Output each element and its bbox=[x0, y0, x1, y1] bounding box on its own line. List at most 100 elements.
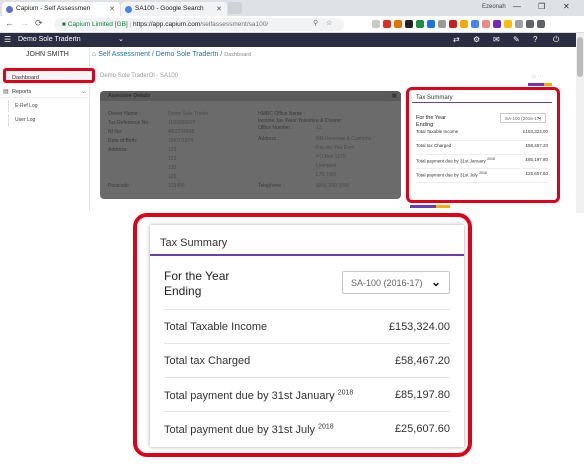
summary-row: Total Taxable Income £153,324.00 bbox=[164, 309, 450, 343]
extension-icon[interactable] bbox=[504, 20, 512, 28]
maximize-icon[interactable]: ❐ bbox=[538, 2, 545, 11]
expand-icon[interactable]: ▣ bbox=[391, 92, 397, 99]
chevron-down-icon[interactable]: ⌄ bbox=[118, 35, 124, 43]
settings-icon[interactable]: ⚙ bbox=[473, 35, 480, 44]
help-icon[interactable]: ? bbox=[533, 35, 537, 44]
summary-row: Total payment due by 31st January 2018 £… bbox=[164, 377, 450, 411]
extension-icon[interactable] bbox=[427, 20, 435, 28]
sidebar-subitem-eref-log[interactable]: E-Ref Log bbox=[8, 100, 90, 112]
file-icon: ▤ bbox=[3, 89, 9, 95]
chevron-down-icon: ⌄ bbox=[430, 275, 441, 289]
extension-icon[interactable] bbox=[394, 20, 402, 28]
extension-icon[interactable] bbox=[471, 20, 479, 28]
extension-icon[interactable] bbox=[482, 20, 490, 28]
detail-row: Office Number :13 bbox=[258, 125, 322, 131]
extension-icon[interactable] bbox=[416, 20, 424, 28]
row-label: Total payment due by 31st January 2018 bbox=[164, 389, 354, 402]
extension-icon[interactable] bbox=[449, 20, 457, 28]
accent-strip bbox=[410, 205, 436, 208]
browser-tab-strip: Capium - Self Assessmen ✕ SA100 - Google… bbox=[0, 0, 584, 16]
google-favicon-icon bbox=[125, 6, 132, 13]
scrollbar-thumb[interactable] bbox=[577, 37, 583, 77]
detail-row: Postcode :123456 bbox=[108, 183, 185, 189]
tab-title: Capium - Self Assessmen bbox=[16, 5, 91, 12]
extension-icon[interactable] bbox=[537, 20, 545, 28]
panel-title: Tax Summary bbox=[150, 225, 464, 256]
extension-icon[interactable] bbox=[372, 20, 380, 28]
reload-icon[interactable]: ⟳ bbox=[35, 18, 43, 29]
detail-row: Owner Name : Demo Sole Trader bbox=[108, 111, 209, 117]
summary-row: Total payment due by 31st July 2018 £25,… bbox=[164, 411, 450, 445]
sidebar-item-reports[interactable]: ▤ Reports ⌄ bbox=[0, 86, 90, 98]
year-ending-label: For the Year Ending bbox=[164, 269, 230, 298]
extension-icon[interactable] bbox=[460, 20, 468, 28]
back-icon[interactable]: ← bbox=[5, 18, 14, 28]
extension-icon[interactable] bbox=[405, 20, 413, 28]
capium-favicon-icon bbox=[6, 6, 13, 13]
home-icon[interactable]: ⌂ bbox=[92, 51, 96, 58]
tax-year-select[interactable]: SA-100 (2016-17) ⌄ bbox=[342, 271, 450, 294]
row-label: Total payment due by 31st July 2018 bbox=[164, 423, 334, 436]
panel-tools-icon[interactable]: ⌂ ··· bbox=[532, 74, 543, 80]
close-window-icon[interactable]: ✕ bbox=[563, 2, 570, 11]
address-bar-row: ← → ⟳ ■ Capium Limited [GB] | https://ap… bbox=[0, 16, 584, 33]
detail-row: NI No: AB123456B bbox=[108, 129, 195, 135]
site-identity: Capium Limited [GB] bbox=[67, 21, 128, 28]
sidebar-subitem-label: User Log bbox=[15, 117, 36, 123]
scrollbar[interactable] bbox=[576, 33, 584, 213]
breadcrumb-link[interactable]: Demo Sole Tradertn bbox=[156, 51, 219, 58]
window-user-name[interactable]: Ezeonah bbox=[482, 4, 506, 10]
close-tab-icon[interactable]: ✕ bbox=[216, 5, 222, 13]
panel-title: Assessee Details bbox=[108, 93, 151, 99]
row-value: £58,467.20 bbox=[394, 355, 450, 367]
chevron-down-icon: ⌄ bbox=[80, 89, 86, 95]
forward-icon[interactable]: → bbox=[20, 18, 29, 28]
zoomed-callout: Tax Summary For the Year Ending SA-100 (… bbox=[133, 213, 472, 457]
app-header: ☰ Demo Sole Tradertn ⌄ ⇄ ⚙ ✉ ✎ ? ⏻ bbox=[0, 33, 584, 47]
extension-icon[interactable] bbox=[438, 20, 446, 28]
extension-icon[interactable] bbox=[493, 20, 501, 28]
power-icon[interactable]: ⏻ bbox=[553, 35, 559, 45]
minimize-icon[interactable]: — bbox=[513, 2, 521, 11]
page-title: Demo Sole TraderOl - SA100 bbox=[100, 73, 179, 79]
extension-icon[interactable] bbox=[515, 20, 523, 28]
assessee-details-panel: Assessee Details ▣ Owner Name : Demo Sole… bbox=[100, 91, 401, 199]
extensions-toolbar bbox=[372, 20, 548, 30]
sidebar-subitem-user-log[interactable]: User Log bbox=[8, 114, 90, 126]
extension-icon[interactable] bbox=[526, 20, 534, 28]
row-label: Total Taxable Income bbox=[164, 321, 268, 333]
detail-row: Tax Reference No :1183050227 bbox=[108, 120, 196, 126]
notifications-icon[interactable]: ✉ bbox=[493, 35, 500, 44]
row-label: Total tax Charged bbox=[164, 355, 251, 367]
user-name: JOHN SMITH bbox=[26, 51, 69, 58]
new-tab-button[interactable] bbox=[228, 2, 242, 14]
hamburger-menu-icon[interactable]: ☰ bbox=[4, 35, 11, 44]
sidebar-subitem-label: E-Ref Log bbox=[15, 103, 38, 109]
row-value: £25,607.60 bbox=[394, 423, 450, 435]
client-name: Demo Sole Tradertn bbox=[18, 36, 81, 43]
detail-row: Income Tax Wear Yorkshire & Clearer bbox=[258, 118, 342, 124]
close-tab-icon[interactable]: ✕ bbox=[109, 5, 115, 13]
accent-strip bbox=[436, 205, 450, 208]
pin-icon[interactable]: ✎ bbox=[513, 35, 520, 44]
extension-icon[interactable] bbox=[383, 20, 391, 28]
url-path: /selfassessment/sa100/ bbox=[200, 21, 269, 28]
breadcrumb-link[interactable]: Self Assessment bbox=[98, 51, 150, 58]
browser-tab-google[interactable]: SA100 - Google Search ✕ bbox=[121, 2, 227, 16]
detail-row: Date of Birth: 16/07/1974 bbox=[108, 138, 194, 144]
sidebar-item-label: Reports bbox=[12, 89, 32, 95]
highlight-box-tax-summary bbox=[406, 87, 560, 203]
transfer-icon[interactable]: ⇄ bbox=[453, 35, 460, 44]
accent-strip bbox=[544, 83, 552, 86]
browser-tab-capium[interactable]: Capium - Self Assessmen ✕ bbox=[2, 2, 120, 16]
zoom-icon[interactable]: ⚲ bbox=[313, 19, 320, 27]
url-input[interactable]: ■ Capium Limited [GB] | https://app.capi… bbox=[54, 18, 344, 31]
breadcrumb: ⌂ Self Assessment / Demo Sole Tradertn /… bbox=[92, 51, 251, 58]
detail-row: Address : HM Revenue & Customs bbox=[258, 136, 372, 142]
row-value: £153,324.00 bbox=[388, 321, 450, 333]
bookmark-star-icon[interactable]: ☆ bbox=[326, 19, 334, 27]
detail-row: Address: 123 bbox=[108, 147, 177, 153]
accent-strip bbox=[528, 83, 544, 86]
row-value: £85,197.80 bbox=[394, 389, 450, 401]
breadcrumb-current: Dashboard bbox=[224, 52, 252, 58]
